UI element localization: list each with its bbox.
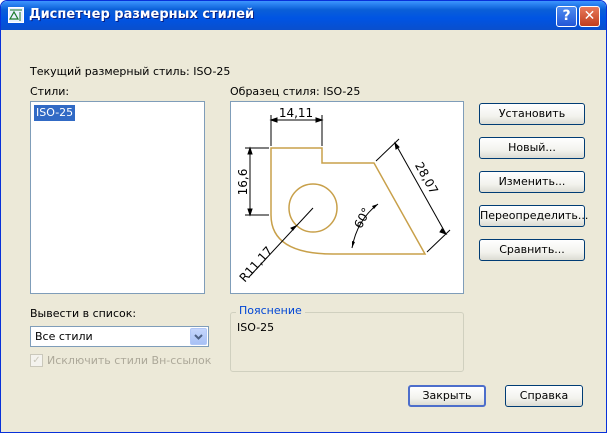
current-style-label: Текущий размерный стиль: ISO-25 [30, 65, 231, 78]
description-legend: Пояснение [236, 304, 305, 317]
list-filter-select[interactable]: Все стили [30, 326, 209, 347]
help-icon: ? [562, 8, 571, 24]
dim-top-label: 14,11 [279, 106, 313, 120]
help-button[interactable]: Справка [505, 385, 583, 407]
window-title: Диспетчер размерных стилей [29, 7, 255, 22]
close-icon: ✕ [583, 8, 596, 24]
part-outline [270, 147, 427, 255]
list-filter-value: Все стили [35, 330, 93, 343]
close-title-button[interactable]: ✕ [579, 6, 600, 27]
dim-diagonal-label: 28,07 [412, 160, 441, 197]
preview-label: Образец стиля: ISO-25 [230, 85, 361, 98]
new-style-button[interactable]: Новый... [479, 137, 585, 159]
dim-radius-label: R11,17 [237, 244, 276, 285]
styles-listbox[interactable]: ISO-25 [30, 101, 205, 294]
dimension-style-manager-dialog: Диспетчер размерных стилей ? ✕ Текущий р… [0, 0, 607, 433]
list-filter-label: Вывести в список: [30, 307, 137, 320]
close-button[interactable]: Закрыть [408, 385, 486, 407]
styles-label: Стили: [30, 85, 70, 98]
dim-angle-label: 60° [351, 205, 373, 230]
exclude-xref-label: Исключить стили Вн-ссылок [47, 354, 212, 367]
modify-style-button[interactable]: Изменить... [479, 171, 585, 193]
exclude-xref-checkbox[interactable]: ✓ [30, 354, 43, 367]
description-value: ISO-25 [237, 321, 275, 334]
compare-styles-button[interactable]: Сравнить... [479, 239, 585, 261]
override-style-button[interactable]: Переопределить... [479, 205, 588, 227]
checkmark-icon: ✓ [32, 355, 41, 366]
chevron-down-icon [194, 334, 203, 340]
style-preview-panel: 14,11 16,6 28,07 60° R11,17 [230, 101, 464, 294]
dim-left-label: 16,6 [236, 169, 250, 196]
dimension-style-app-icon [8, 7, 24, 23]
title-bar[interactable]: Диспетчер размерных стилей ? ✕ [1, 1, 606, 30]
set-current-button[interactable]: Установить [479, 103, 585, 125]
dropdown-arrow-button[interactable] [190, 328, 207, 345]
preview-drawing: 14,11 16,6 28,07 60° R11,17 [236, 106, 451, 285]
help-title-button[interactable]: ? [556, 6, 577, 27]
style-list-item[interactable]: ISO-25 [34, 105, 76, 121]
